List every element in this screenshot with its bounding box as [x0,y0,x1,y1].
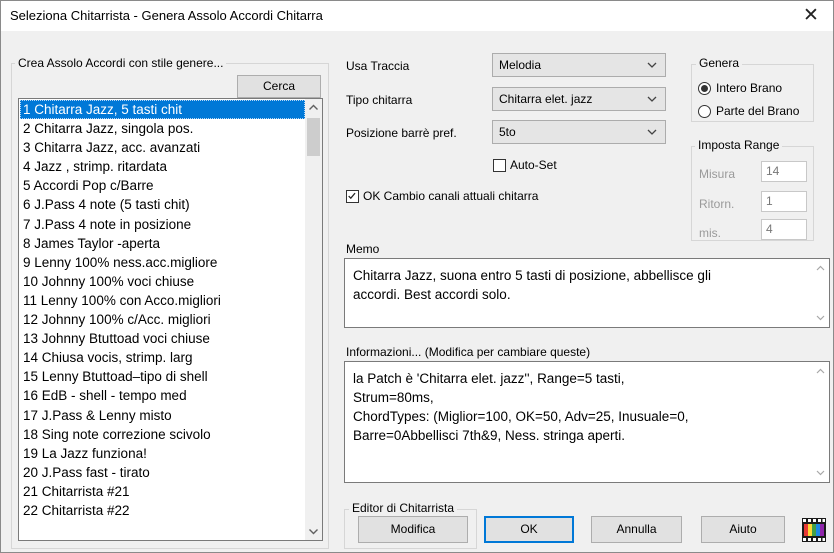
parte-brano-label: Parte del Brano [716,104,800,118]
scroll-down-icon[interactable] [305,523,322,540]
ritorn-input[interactable]: 1 [761,191,807,212]
posizione-barre-select[interactable]: 5to [492,120,666,144]
scroll-down-icon[interactable] [814,313,827,323]
list-item[interactable]: 11 Lenny 100% con Acco.migliori [20,291,305,310]
list-item[interactable]: 16 EdB - shell - tempo med [20,386,305,405]
guitarist-style-list[interactable]: 1 Chitarra Jazz, 5 tasti chit 2 Chitarra … [18,98,323,541]
chevron-down-icon [647,129,657,135]
tipo-chitarra-label: Tipo chitarra [346,93,413,107]
film-strip-icon[interactable] [802,518,826,542]
tipo-chitarra-select[interactable]: Chitarra elet. jazz [492,87,666,111]
list-item[interactable]: 9 Lenny 100% ness.acc.migliore [20,253,305,272]
list-item[interactable]: 12 Johnny 100% c/Acc. migliori [20,310,305,329]
list-item[interactable]: 7 J.Pass 4 note in posizione [20,215,305,234]
list-scrollbar[interactable] [305,99,322,540]
aiuto-button[interactable]: Aiuto [701,516,785,543]
title-bar: Seleziona Chitarrista - Genera Assolo Ac… [1,1,833,31]
memo-textarea[interactable]: Chitarra Jazz, suona entro 5 tasti di po… [344,258,830,328]
list-item[interactable]: 14 Chiusa vocis, strimp. larg [20,348,305,367]
usa-traccia-value: Melodia [499,58,542,72]
info-text: la Patch è 'Chitarra elet. jazz'', Range… [353,371,689,443]
annulla-button[interactable]: Annulla [591,516,682,543]
range-legend: Imposta Range [695,138,783,152]
ok-button[interactable]: OK [484,516,574,543]
misura-input[interactable]: 14 [761,161,807,182]
list-item[interactable]: 21 Chitarrista #21 [20,482,305,501]
parte-brano-radio[interactable] [698,105,711,118]
style-group-legend: Crea Assolo Accordi con stile genere... [15,56,227,70]
scroll-down-icon[interactable] [814,468,827,478]
ritorn-label: Ritorn. [699,197,735,211]
chevron-down-icon [647,96,657,102]
misura-label: Misura [699,167,736,181]
memo-text: Chitarra Jazz, suona entro 5 tasti di po… [353,268,711,302]
list-item[interactable]: 17 J.Pass & Lenny misto [20,406,305,425]
list-item[interactable]: 2 Chitarra Jazz, singola pos. [20,119,305,138]
search-button-label: Cerca [262,79,295,93]
list-item[interactable]: 6 J.Pass 4 note (5 tasti chit) [20,195,305,214]
modifica-button-label: Modifica [390,522,436,536]
mis-label: mis. [699,226,721,240]
usa-traccia-select[interactable]: Melodia [492,53,666,77]
dialog-window: Seleziona Chitarrista - Genera Assolo Ac… [0,0,834,553]
posizione-barre-label: Posizione barrè pref. [346,126,457,140]
scroll-up-icon[interactable] [305,99,322,116]
info-textarea[interactable]: la Patch è 'Chitarra elet. jazz'', Range… [344,361,830,483]
style-list-items: 1 Chitarra Jazz, 5 tasti chit 2 Chitarra … [20,100,305,520]
intero-brano-radio[interactable] [698,82,711,95]
ok-button-label: OK [520,522,538,536]
list-item[interactable]: 20 J.Pass fast - tirato [20,463,305,482]
auto-set-label: Auto-Set [510,158,557,172]
intero-brano-label: Intero Brano [716,81,783,95]
list-item[interactable]: 13 Johnny Btuttoad voci chiuse [20,329,305,348]
tipo-chitarra-value: Chitarra elet. jazz [499,92,593,106]
aiuto-button-label: Aiuto [729,522,757,536]
genera-legend: Genera [696,56,743,70]
chevron-down-icon [647,62,657,68]
list-item[interactable]: 5 Accordi Pop c/Barre [20,176,305,195]
list-item[interactable]: 8 James Taylor -aperta [20,234,305,253]
list-item[interactable]: 15 Lenny Btuttoad–tipo di shell [20,367,305,386]
search-button[interactable]: Cerca [237,75,321,98]
list-item[interactable]: 19 La Jazz funziona! [20,444,305,463]
list-item[interactable]: 10 Johnny 100% voci chiuse [20,272,305,291]
scroll-up-icon[interactable] [814,366,827,376]
window-title: Seleziona Chitarrista - Genera Assolo Ac… [10,8,323,23]
editor-legend: Editor di Chitarrista [349,501,458,515]
list-item[interactable]: 1 Chitarra Jazz, 5 tasti chit [20,100,305,120]
ok-cambio-label: OK Cambio canali attuali chitarra [363,189,539,203]
auto-set-checkbox[interactable] [493,159,506,172]
modifica-button[interactable]: Modifica [358,516,468,543]
mis-input[interactable]: 4 [761,219,807,240]
memo-label: Memo [346,242,380,256]
list-item[interactable]: 18 Sing note correzione scivolo [20,425,305,444]
radio-dot [701,85,708,92]
info-label: Informazioni... (Modifica per cambiare q… [346,345,591,359]
scroll-up-icon[interactable] [814,263,827,273]
usa-traccia-label: Usa Traccia [346,59,410,73]
list-item[interactable]: 4 Jazz , strimp. ritardata [20,157,305,176]
list-item[interactable]: 3 Chitarra Jazz, acc. avanzati [20,138,305,157]
ok-cambio-checkbox[interactable] [346,190,359,203]
checkmark-icon [348,192,356,200]
annulla-button-label: Annulla [616,522,657,536]
close-button[interactable]: ✕ [789,1,833,31]
posizione-barre-value: 5to [499,125,516,139]
list-item[interactable]: 22 Chitarrista #22 [20,501,305,520]
scroll-thumb[interactable] [307,118,320,156]
